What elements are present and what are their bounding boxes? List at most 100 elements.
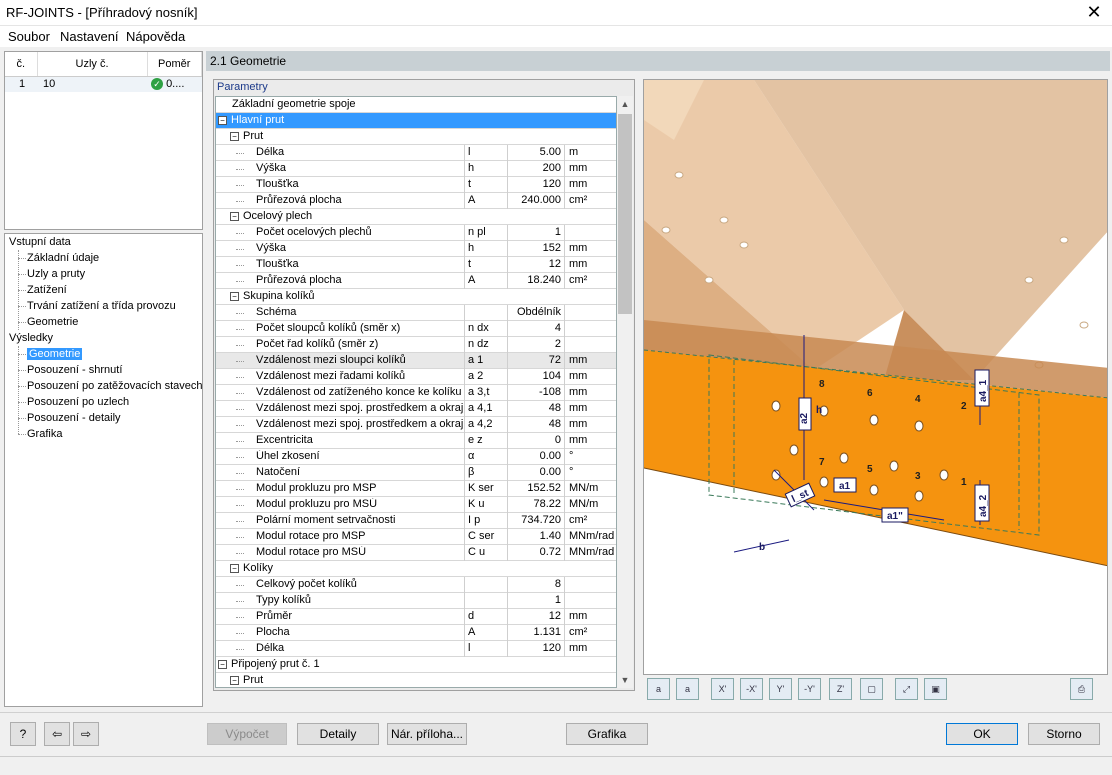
- param-row[interactable]: Vzdálenost od zatíženého konce ke kolíku…: [216, 385, 616, 401]
- scroll-down-icon[interactable]: ▼: [617, 672, 633, 688]
- param-row[interactable]: Výška h 152 mm: [216, 241, 616, 257]
- param-value[interactable]: 200: [507, 162, 563, 176]
- param-value[interactable]: 18.240: [507, 274, 563, 288]
- details-button[interactable]: Detaily: [297, 723, 379, 745]
- param-value[interactable]: 120: [507, 178, 563, 192]
- param-value[interactable]: 120: [507, 642, 563, 656]
- view-minus-y-icon[interactable]: -Y': [798, 678, 821, 700]
- param-value[interactable]: 104: [507, 370, 563, 384]
- zoom-all-icon[interactable]: ⤢: [895, 678, 918, 700]
- tree-item-posouzeni-uzly[interactable]: Posouzení po uzlech: [27, 396, 129, 408]
- collapse-icon[interactable]: −: [230, 676, 239, 685]
- param-row[interactable]: Tloušťka t 120 mm: [216, 177, 616, 193]
- collapse-icon[interactable]: −: [230, 212, 239, 221]
- param-value[interactable]: 12: [507, 610, 563, 624]
- param-value[interactable]: 48: [507, 418, 563, 432]
- col-header-no[interactable]: č.: [5, 52, 38, 77]
- param-row[interactable]: Celkový počet kolíků 8: [216, 577, 616, 593]
- close-icon[interactable]: ✕: [1084, 2, 1104, 22]
- param-row[interactable]: Vzdálenost mezi spoj. prostředkem a okra…: [216, 401, 616, 417]
- national-annex-button[interactable]: Nár. příloha...: [387, 723, 467, 745]
- param-row[interactable]: Počet sloupců kolíků (směr x) n dx 4: [216, 321, 616, 337]
- param-row[interactable]: − Skupina kolíků: [216, 289, 616, 305]
- param-row[interactable]: Natočení β 0.00 °: [216, 465, 616, 481]
- graphic-viewport[interactable]: a2 h a4_1 a4_2 a1 a1" l_st b 8 6 4 2 7 5…: [643, 79, 1108, 675]
- param-row[interactable]: − Hlavní prut: [216, 113, 616, 129]
- tree-item-grafika[interactable]: Grafika: [27, 428, 62, 440]
- param-row[interactable]: Počet ocelových plechů n pl 1: [216, 225, 616, 241]
- param-value[interactable]: 12: [507, 258, 563, 272]
- param-value[interactable]: 78.22: [507, 498, 563, 512]
- param-value[interactable]: 152: [507, 242, 563, 256]
- param-value[interactable]: 1.40: [507, 530, 563, 544]
- tree-item-geometrie-input[interactable]: Geometrie: [27, 316, 78, 328]
- param-value[interactable]: -108: [507, 386, 563, 400]
- param-value[interactable]: 5.00: [507, 146, 563, 160]
- cancel-button[interactable]: Storno: [1028, 723, 1100, 745]
- scroll-thumb[interactable]: [618, 114, 632, 314]
- param-row[interactable]: Schéma Obdélník: [216, 305, 616, 321]
- menu-nastaveni[interactable]: Nastavení: [60, 29, 119, 44]
- param-row[interactable]: − Prut: [216, 673, 616, 687]
- view-iso-icon[interactable]: ▢: [860, 678, 883, 700]
- tree-item-posouzeni-shrnuti[interactable]: Posouzení - shrnutí: [27, 364, 122, 376]
- export-icon[interactable]: ⇨: [73, 722, 99, 746]
- import-icon[interactable]: ⇦: [44, 722, 70, 746]
- param-row[interactable]: Excentricita e z 0 mm: [216, 433, 616, 449]
- param-value[interactable]: 2: [507, 338, 563, 352]
- tree-group-input[interactable]: Vstupní data: [9, 236, 71, 248]
- param-value[interactable]: 0.00: [507, 450, 563, 464]
- scroll-up-icon[interactable]: ▲: [617, 96, 633, 112]
- param-row[interactable]: Vzdálenost mezi sloupci kolíků a 1 72 mm: [216, 353, 616, 369]
- help-icon[interactable]: ?: [10, 722, 36, 746]
- param-row[interactable]: Vzdálenost mezi řadami kolíků a 2 104 mm: [216, 369, 616, 385]
- param-value[interactable]: 0.72: [507, 546, 563, 560]
- param-value[interactable]: 0.00: [507, 466, 563, 480]
- param-row[interactable]: Modul rotace pro MSP C ser 1.40 MNm/rad: [216, 529, 616, 545]
- param-row[interactable]: Průřezová plocha A 240.000 cm²: [216, 193, 616, 209]
- calculate-button[interactable]: Výpočet: [207, 723, 287, 745]
- param-row[interactable]: Délka l 120 mm: [216, 641, 616, 657]
- param-value[interactable]: 1: [507, 226, 563, 240]
- param-row[interactable]: Délka l 5.00 m: [216, 145, 616, 161]
- param-value[interactable]: Obdélník: [507, 306, 563, 320]
- param-value[interactable]: 734.720: [507, 514, 563, 528]
- param-row[interactable]: Výška h 200 mm: [216, 161, 616, 177]
- param-row[interactable]: − Připojený prut č. 1: [216, 657, 616, 673]
- param-value[interactable]: 8: [507, 578, 563, 592]
- view-x-icon[interactable]: X': [711, 678, 734, 700]
- dim-line-icon[interactable]: a: [647, 678, 670, 700]
- view-z-icon[interactable]: Z': [829, 678, 852, 700]
- param-value[interactable]: 152.52: [507, 482, 563, 496]
- param-row[interactable]: Průměr d 12 mm: [216, 609, 616, 625]
- param-row[interactable]: Počet řad kolíků (směr z) n dz 2: [216, 337, 616, 353]
- param-row[interactable]: Modul rotace pro MSÚ C u 0.72 MNm/rad: [216, 545, 616, 561]
- tree-item-geometrie-results[interactable]: Geometrie: [27, 348, 83, 360]
- param-value[interactable]: 4: [507, 322, 563, 336]
- tree-item-uzly-a-pruty[interactable]: Uzly a pruty: [27, 268, 85, 280]
- param-row[interactable]: − Ocelový plech: [216, 209, 616, 225]
- param-value[interactable]: 1.131: [507, 626, 563, 640]
- col-header-nodes[interactable]: Uzly č.: [37, 52, 148, 77]
- param-row[interactable]: Úhel zkosení α 0.00 °: [216, 449, 616, 465]
- tree-item-trvani-zatizeni[interactable]: Trvání zatížení a třída provozu: [27, 300, 176, 312]
- param-row[interactable]: Vzdálenost mezi spoj. prostředkem a okra…: [216, 417, 616, 433]
- param-row[interactable]: Polární moment setrvačnosti I p 734.720 cm²: [216, 513, 616, 529]
- ok-button[interactable]: OK: [946, 723, 1018, 745]
- param-row[interactable]: − Kolíky: [216, 561, 616, 577]
- param-row[interactable]: Plocha A 1.131 cm²: [216, 625, 616, 641]
- param-row[interactable]: − Prut: [216, 129, 616, 145]
- view-y-icon[interactable]: Y': [769, 678, 792, 700]
- col-header-ratio[interactable]: Poměr: [147, 52, 202, 77]
- param-row[interactable]: Modul prokluzu pro MSP K ser 152.52 MN/m: [216, 481, 616, 497]
- param-row[interactable]: Základní geometrie spoje: [216, 97, 616, 113]
- collapse-icon[interactable]: −: [230, 292, 239, 301]
- tree-group-results[interactable]: Výsledky: [9, 332, 53, 344]
- view-minus-x-icon[interactable]: -X': [740, 678, 763, 700]
- tree-item-zakladni-udaje[interactable]: Základní údaje: [27, 252, 99, 264]
- param-row[interactable]: Průřezová plocha A 18.240 cm²: [216, 273, 616, 289]
- tree-item-zatizeni[interactable]: Zatížení: [27, 284, 67, 296]
- menu-soubor[interactable]: Soubor: [8, 29, 50, 44]
- select-icon[interactable]: ▣: [924, 678, 947, 700]
- param-row[interactable]: Typy kolíků 1: [216, 593, 616, 609]
